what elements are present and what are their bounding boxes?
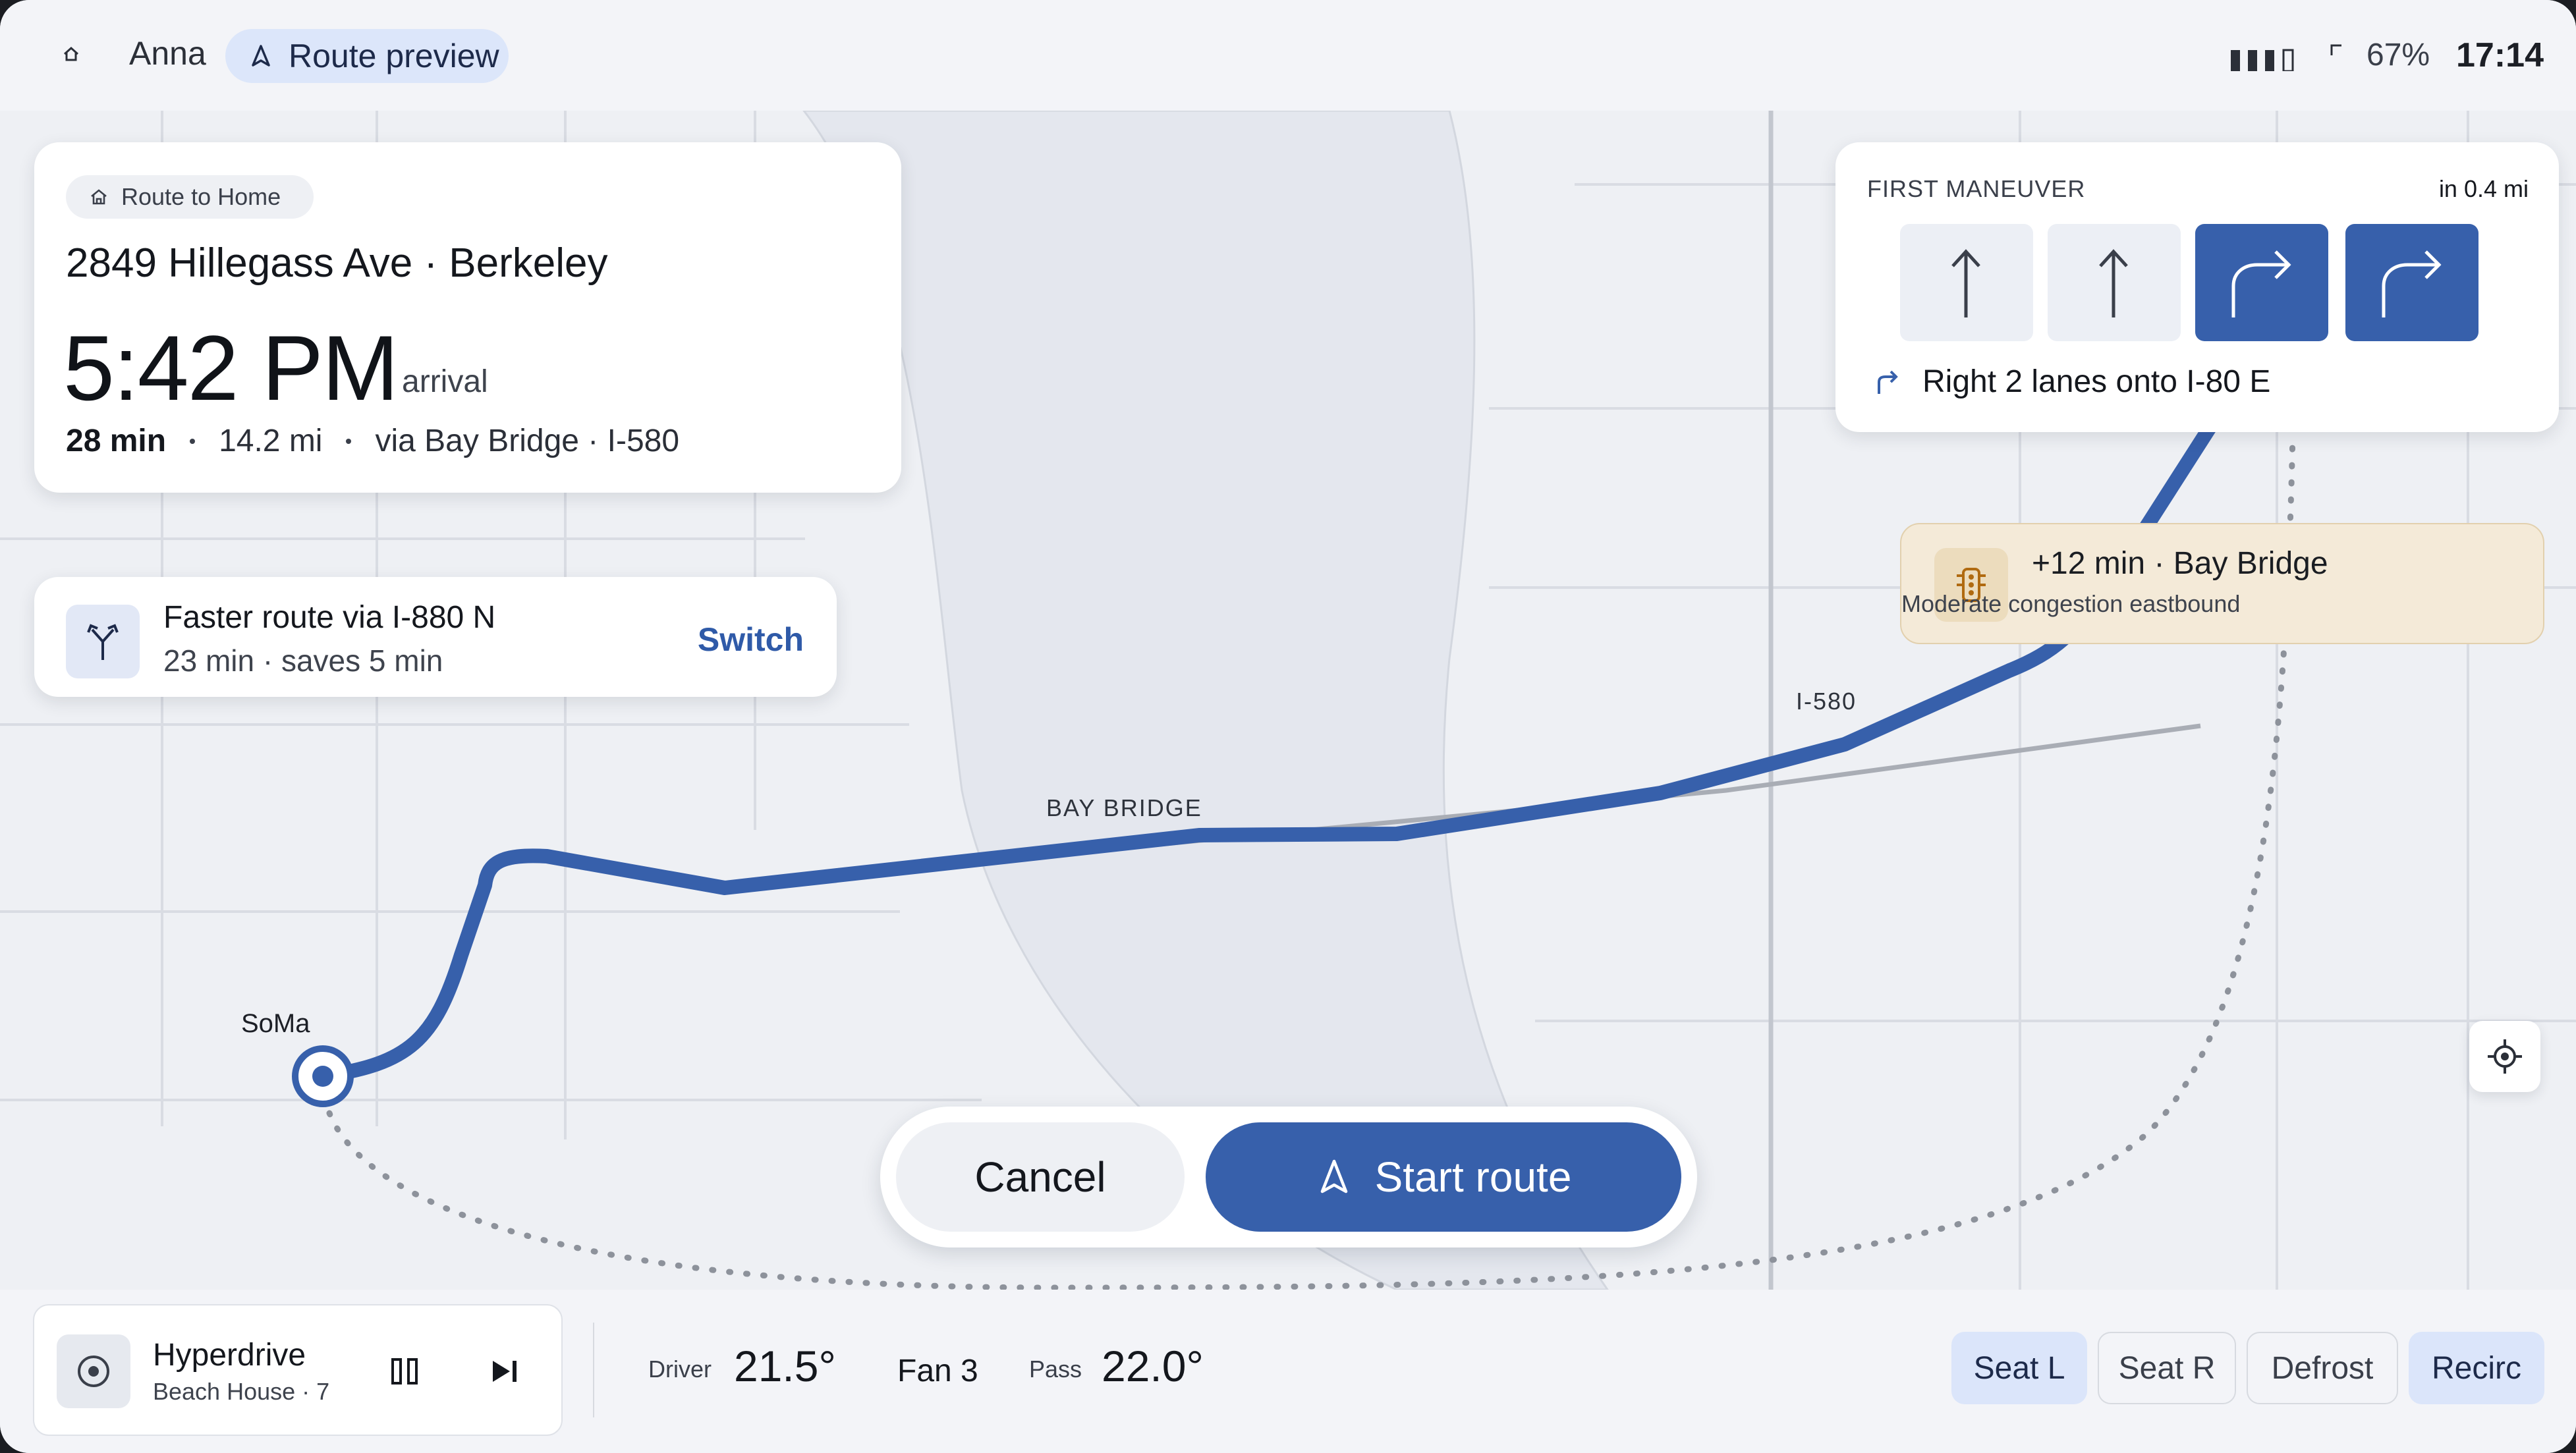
- arrow-up-icon: [2099, 249, 2128, 317]
- maneuver-instruction: Right 2 lanes onto I-80 E: [1874, 364, 2270, 400]
- lane-4-right: [2345, 224, 2478, 341]
- bottom-dock: Hyperdrive Beach House · 7 Driver 21.5° …: [0, 1290, 2576, 1453]
- album-art: [57, 1334, 130, 1408]
- trip-duration: 28 min: [66, 424, 167, 458]
- destination-address: 2849 Hillegass Ave · Berkeley: [66, 240, 608, 286]
- recirc-button[interactable]: Recirc: [2409, 1332, 2544, 1404]
- crosshair-icon: [2488, 1039, 2522, 1074]
- faster-route-card[interactable]: Faster route via I-880 N 23 min · saves …: [34, 577, 837, 697]
- turn-right-icon: [1878, 370, 1898, 394]
- passenger-temp-value[interactable]: 22.0°: [1102, 1341, 1204, 1391]
- skip-next-icon[interactable]: [490, 1358, 519, 1384]
- maneuver-distance: in 0.4 mi: [2438, 175, 2529, 202]
- faster-route-subtitle: 23 min · saves 5 min: [163, 644, 443, 678]
- status-bar: Anna Route preview 67% 17:14: [0, 0, 2576, 111]
- arrival-word: arrival: [402, 364, 488, 399]
- route-to-home-chip: Route to Home: [66, 175, 314, 219]
- track-artist: Beach House · 7: [153, 1378, 330, 1405]
- driver-temp-label: Driver: [648, 1356, 712, 1383]
- home-icon: [91, 189, 107, 205]
- arrow-turn-right-icon: [2382, 250, 2442, 317]
- destination-card: Route to Home 2849 Hillegass Ave · Berke…: [34, 142, 901, 493]
- route-preview-chip[interactable]: Route preview: [225, 29, 509, 83]
- trip-via: via Bay Bridge · I-580: [375, 424, 680, 458]
- start-route-button[interactable]: Start route: [1206, 1122, 1681, 1232]
- traffic-alert-title: +12 min · Bay Bridge: [2032, 546, 2328, 581]
- track-title: Hyperdrive: [153, 1338, 306, 1373]
- map-label-i580: I-580: [1796, 688, 1857, 715]
- fan-speed[interactable]: Fan 3: [897, 1353, 978, 1389]
- separator-dot: [346, 438, 352, 444]
- recenter-button[interactable]: [2469, 1021, 2540, 1092]
- defrost-button[interactable]: Defrost: [2247, 1332, 2398, 1404]
- signal-icon: [2231, 49, 2294, 71]
- switch-route-button[interactable]: Switch: [698, 620, 804, 659]
- seat-left-button[interactable]: Seat L: [1951, 1332, 2087, 1404]
- arrival-time: 5:42 PM: [63, 316, 399, 420]
- media-player[interactable]: Hyperdrive Beach House · 7: [33, 1304, 563, 1436]
- user-name[interactable]: Anna: [129, 34, 206, 72]
- map-label-soma: SoMa: [241, 1009, 310, 1038]
- lane-2-straight: [2048, 224, 2181, 341]
- driver-temp-value[interactable]: 21.5°: [734, 1341, 836, 1391]
- start-route-label: Start route: [1374, 1153, 1572, 1201]
- pause-icon[interactable]: [390, 1357, 419, 1386]
- maneuver-instruction-text: Right 2 lanes onto I-80 E: [1922, 364, 2271, 399]
- maneuver-title: FIRST MANEUVER: [1867, 175, 2086, 202]
- trip-distance: 14.2 mi: [219, 424, 323, 458]
- trip-meta: 28 min 14.2 mi via Bay Bridge · I-580: [66, 423, 679, 459]
- passenger-temp-label: Pass: [1029, 1356, 1082, 1383]
- cancel-button[interactable]: Cancel: [896, 1122, 1185, 1232]
- disc-icon: [78, 1356, 109, 1387]
- traffic-alert-card[interactable]: +12 min · Bay Bridge Moderate congestion…: [1900, 523, 2544, 644]
- arrow-turn-right-icon: [2231, 250, 2291, 317]
- route-preview-label: Route preview: [289, 38, 499, 74]
- navigation-arrow-icon: [252, 45, 270, 67]
- faster-route-title: Faster route via I-880 N: [163, 600, 496, 635]
- route-split-icon: [66, 605, 140, 678]
- traffic-alert-subtitle: Moderate congestion eastbound: [1901, 590, 2241, 617]
- arrow-up-icon: [1951, 249, 1980, 317]
- home-icon[interactable]: [61, 43, 82, 65]
- car-display: Anna Route preview 67% 17:14 BAY BRIDGE …: [0, 0, 2576, 1453]
- battery-level: 67%: [2366, 38, 2430, 72]
- lane-1-straight: [1900, 224, 2033, 341]
- separator-dot: [190, 438, 196, 444]
- lane-3-right: [2195, 224, 2328, 341]
- maneuver-card: FIRST MANEUVER in 0.4 mi Right 2 lanes o…: [1835, 142, 2559, 432]
- seat-right-button[interactable]: Seat R: [2098, 1332, 2236, 1404]
- route-to-home-label: Route to Home: [121, 183, 281, 210]
- route-action-bar: Cancel Start route: [880, 1107, 1697, 1247]
- map-label-bay-bridge: BAY BRIDGE: [1046, 794, 1202, 821]
- navigation-arrow-icon: [1320, 1159, 1347, 1193]
- wifi-icon: [2330, 44, 2341, 55]
- dock-divider: [593, 1323, 594, 1417]
- clock: 17:14: [2456, 36, 2544, 74]
